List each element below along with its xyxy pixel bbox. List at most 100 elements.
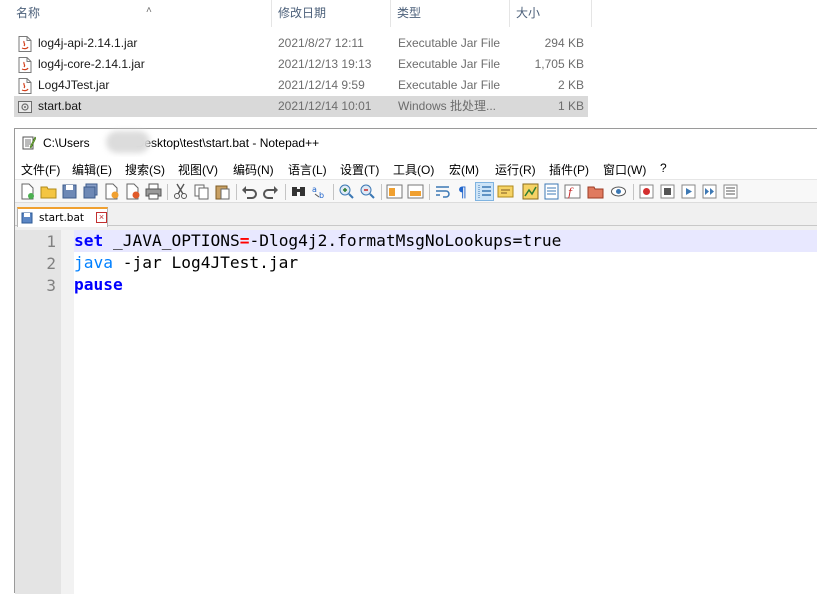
menu-run[interactable]: 运行(R) [495, 161, 536, 178]
file-name: log4j-api-2.14.1.jar [38, 36, 138, 50]
save-icon[interactable] [61, 183, 78, 200]
toolbar-separator [429, 184, 430, 200]
file-date: 2021/12/13 19:13 [278, 57, 372, 71]
toolbar-separator [381, 184, 382, 200]
toolbar-separator [236, 184, 237, 200]
code-token: -Dlog4j2.formatMsgNoLookups=true [249, 231, 562, 250]
save-macro-icon[interactable] [722, 183, 739, 200]
jar-file-icon [18, 78, 32, 94]
print-icon[interactable] [145, 183, 162, 200]
menu-encoding[interactable]: 编码(N) [233, 161, 274, 178]
folder-as-workspace-icon[interactable] [587, 183, 604, 200]
new-file-icon[interactable] [19, 183, 36, 200]
open-file-icon[interactable] [40, 183, 57, 200]
paste-icon[interactable] [214, 183, 231, 200]
code-editor[interactable]: 1 2 3 set _JAVA_OPTIONS=-Dlog4j2.formatM… [15, 230, 817, 594]
show-all-characters-icon[interactable]: ¶ [455, 183, 472, 200]
line-number-gutter: 1 2 3 [15, 230, 61, 594]
record-macro-icon[interactable] [638, 183, 655, 200]
file-type: Executable Jar File [398, 57, 501, 71]
file-name: start.bat [38, 99, 82, 113]
document-map-icon[interactable] [522, 183, 539, 200]
window-title: C:\Users Desktop\test\start.bat - Notepad… [43, 136, 319, 150]
run-macro-multiple-icon[interactable] [701, 183, 718, 200]
column-header-type[interactable]: 类型 [391, 0, 510, 27]
stop-macro-icon[interactable] [659, 183, 676, 200]
menu-help[interactable]: ? [660, 161, 667, 175]
menu-search[interactable]: 搜索(S) [125, 161, 165, 178]
line-number: 2 [46, 254, 56, 273]
toolbar-separator [285, 184, 286, 200]
tab-label: start.bat [39, 212, 85, 224]
file-type: Executable Jar File [398, 78, 501, 92]
menu-window[interactable]: 窗口(W) [603, 161, 646, 178]
cut-icon[interactable] [172, 183, 189, 200]
code-token: _JAVA_OPTIONS [103, 231, 240, 250]
column-header-name[interactable]: 名称 ˄ [10, 0, 272, 27]
menu-settings[interactable]: 设置(T) [340, 161, 379, 178]
menu-macro[interactable]: 宏(M) [449, 161, 479, 178]
title-bar[interactable]: C:\Users Desktop\test\start.bat - Notepad… [15, 129, 817, 157]
toolbar: ab ¶ f [15, 179, 817, 203]
user-defined-language-icon[interactable] [497, 183, 514, 200]
close-all-icon[interactable] [124, 183, 141, 200]
sync-vertical-icon[interactable] [386, 183, 403, 200]
menu-plugins[interactable]: 插件(P) [549, 161, 589, 178]
svg-text:a: a [312, 185, 317, 194]
code-line-2[interactable]: java -jar Log4JTest.jar [74, 252, 817, 274]
monitoring-icon[interactable] [610, 183, 627, 200]
sort-up-icon: ˄ [146, 5, 152, 16]
jar-file-icon [18, 57, 32, 73]
redo-icon[interactable] [262, 183, 279, 200]
file-row[interactable]: log4j-api-2.14.1.jar 2021/8/27 12:11 Exe… [14, 33, 588, 54]
file-type: Windows 批处理... [398, 99, 497, 113]
file-explorer-list: 名称 ˄ 修改日期 类型 大小 log4j-api-2.14.1.jar 202… [0, 0, 817, 124]
code-token: java [74, 253, 113, 272]
zoom-out-icon[interactable] [359, 183, 376, 200]
file-size: 294 KB [544, 36, 584, 50]
file-row[interactable]: Log4JTest.jar 2021/12/14 9:59 Executable… [14, 75, 588, 96]
file-row-selected[interactable]: start.bat 2021/12/14 10:01 Windows 批处理..… [14, 96, 588, 117]
window-title-file: Desktop\test\start.bat - Notepad++ [135, 136, 320, 150]
code-line-1[interactable]: set _JAVA_OPTIONS=-Dlog4j2.formatMsgNoLo… [74, 230, 817, 252]
tab-close-icon[interactable]: × [96, 212, 107, 223]
tab-start-bat[interactable]: start.bat × [17, 207, 108, 227]
line-number: 1 [46, 232, 56, 251]
document-list-icon[interactable] [543, 183, 560, 200]
toolbar-separator [333, 184, 334, 200]
menu-bar: 文件(F) 编辑(E) 搜索(S) 视图(V) 编码(N) 语言(L) 设置(T… [15, 157, 817, 179]
code-line-3[interactable]: pause [74, 274, 817, 296]
window-title-path: C:\Users [43, 136, 90, 150]
zoom-in-icon[interactable] [338, 183, 355, 200]
file-date: 2021/12/14 10:01 [278, 99, 372, 113]
menu-view[interactable]: 视图(V) [178, 161, 218, 178]
replace-icon[interactable]: ab [311, 183, 328, 200]
word-wrap-icon[interactable] [434, 183, 451, 200]
play-macro-icon[interactable] [680, 183, 697, 200]
menu-tools[interactable]: 工具(O) [393, 161, 434, 178]
copy-icon[interactable] [193, 183, 210, 200]
file-name: log4j-core-2.14.1.jar [38, 57, 145, 71]
column-header-size[interactable]: 大小 [510, 0, 592, 27]
undo-icon[interactable] [241, 183, 258, 200]
file-row[interactable]: log4j-core-2.14.1.jar 2021/12/13 19:13 E… [14, 54, 588, 75]
menu-language[interactable]: 语言(L) [288, 161, 327, 178]
svg-text:¶: ¶ [458, 185, 467, 200]
menu-file[interactable]: 文件(F) [21, 161, 60, 178]
fold-margin[interactable] [61, 230, 74, 594]
code-token: = [239, 231, 250, 250]
saved-file-icon [21, 212, 33, 224]
save-all-icon[interactable] [82, 183, 99, 200]
close-file-icon[interactable] [103, 183, 120, 200]
column-header-date[interactable]: 修改日期 [272, 0, 391, 27]
sync-horizontal-icon[interactable] [407, 183, 424, 200]
code-token: -jar Log4JTest.jar [112, 253, 299, 272]
code-token: pause [74, 275, 123, 294]
find-icon[interactable] [290, 183, 307, 200]
column-header-name-label: 名称 [16, 6, 41, 20]
notepad-app-icon [22, 136, 36, 150]
function-list-icon[interactable]: f [564, 183, 581, 200]
indent-guide-icon[interactable] [475, 182, 494, 201]
file-size: 1 KB [557, 99, 584, 113]
menu-edit[interactable]: 编辑(E) [72, 161, 112, 178]
